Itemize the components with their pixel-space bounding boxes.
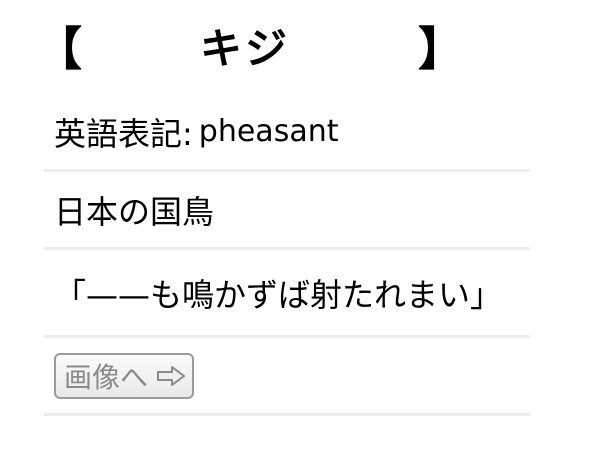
image-link-row: 画像へ: [44, 338, 530, 416]
right-arrow-icon: [157, 365, 186, 386]
entry-title: 【 キジ 】: [36, 16, 464, 86]
entry-details-list: 英語表記: pheasant 日本の国鳥 「——も鳴かずば射たれまい」 画像へ: [44, 94, 530, 416]
title-close-bracket: 】: [418, 22, 464, 76]
proverb-row: 「——も鳴かずば射たれまい」: [44, 250, 530, 338]
english-value: pheasant: [198, 114, 339, 149]
entry-word: キジ: [200, 24, 291, 73]
dictionary-entry: 【 キジ 】 英語表記: pheasant 日本の国鳥 「——も鳴かずば射たれま…: [0, 0, 600, 450]
fact-text: 日本の国鳥: [54, 192, 215, 231]
title-open-bracket: 【: [36, 22, 82, 76]
image-button-label: 画像へ: [64, 360, 149, 394]
english-name-row: 英語表記: pheasant: [44, 94, 530, 172]
fact-row: 日本の国鳥: [44, 172, 530, 250]
image-button[interactable]: 画像へ: [54, 352, 195, 399]
english-label: 英語表記:: [54, 114, 193, 153]
proverb-text: 「——も鳴かずば射たれまい」: [54, 275, 503, 314]
